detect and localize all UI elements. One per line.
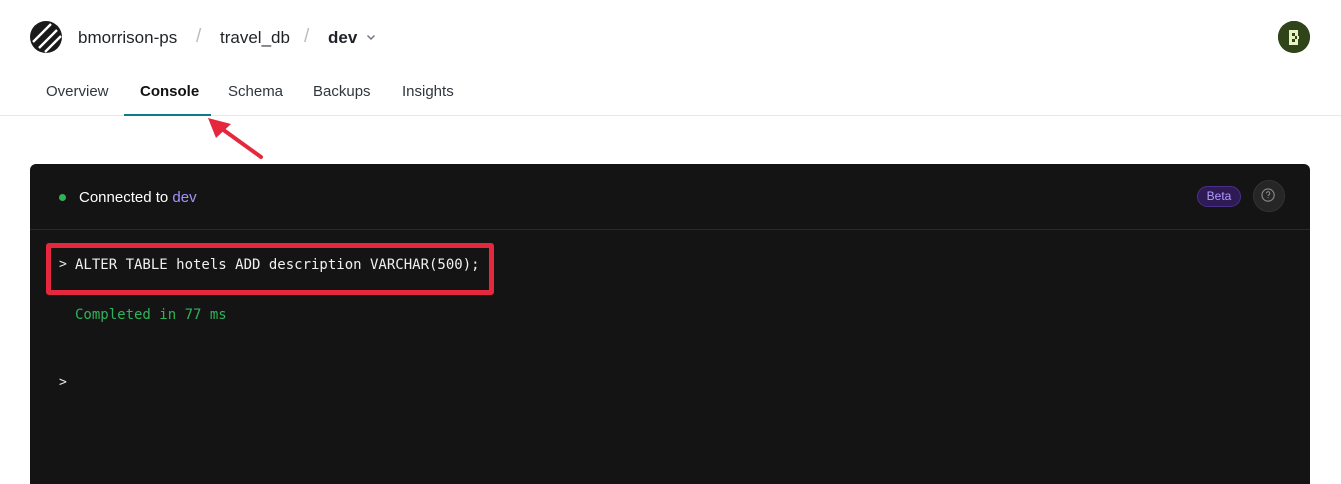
breadcrumb-branch[interactable]: dev [328,27,357,49]
help-circle-icon [1261,188,1275,202]
sql-console: Connected to dev Beta > ALTER TABLE hote… [30,164,1310,484]
tab-backups[interactable]: Backups [313,83,371,100]
tab-bar: Overview Console Schema Backups Insights [0,75,1341,116]
tab-overview[interactable]: Overview [46,83,109,100]
tab-schema[interactable]: Schema [228,83,283,100]
breadcrumb-separator: / [304,26,310,47]
connection-status-label: Connected to [79,189,169,206]
avatar-pattern-icon [1278,21,1310,53]
status-dot-icon [59,194,66,201]
connection-branch: dev [172,189,197,206]
command-result: Completed in 77 ms [75,307,227,323]
console-header: Connected to dev Beta [30,164,1310,230]
user-avatar[interactable] [1278,21,1310,53]
tab-insights[interactable]: Insights [402,83,454,100]
top-bar: bmorrison-ps / travel_db / dev [0,0,1341,75]
help-button[interactable] [1253,180,1285,212]
active-tab-indicator [124,114,211,116]
chevron-down-icon[interactable] [365,31,377,43]
command-highlight-box [46,243,494,295]
beta-badge: Beta [1197,186,1241,207]
connection-status: Connected to dev [79,189,197,206]
annotation-arrow-icon [208,118,263,159]
breadcrumb-org[interactable]: bmorrison-ps [78,27,177,49]
breadcrumb-database[interactable]: travel_db [220,27,290,49]
console-input-prompt[interactable]: > [59,375,67,390]
breadcrumb-separator: / [196,26,202,47]
tab-console[interactable]: Console [140,83,199,100]
planetscale-logo[interactable] [30,21,62,53]
